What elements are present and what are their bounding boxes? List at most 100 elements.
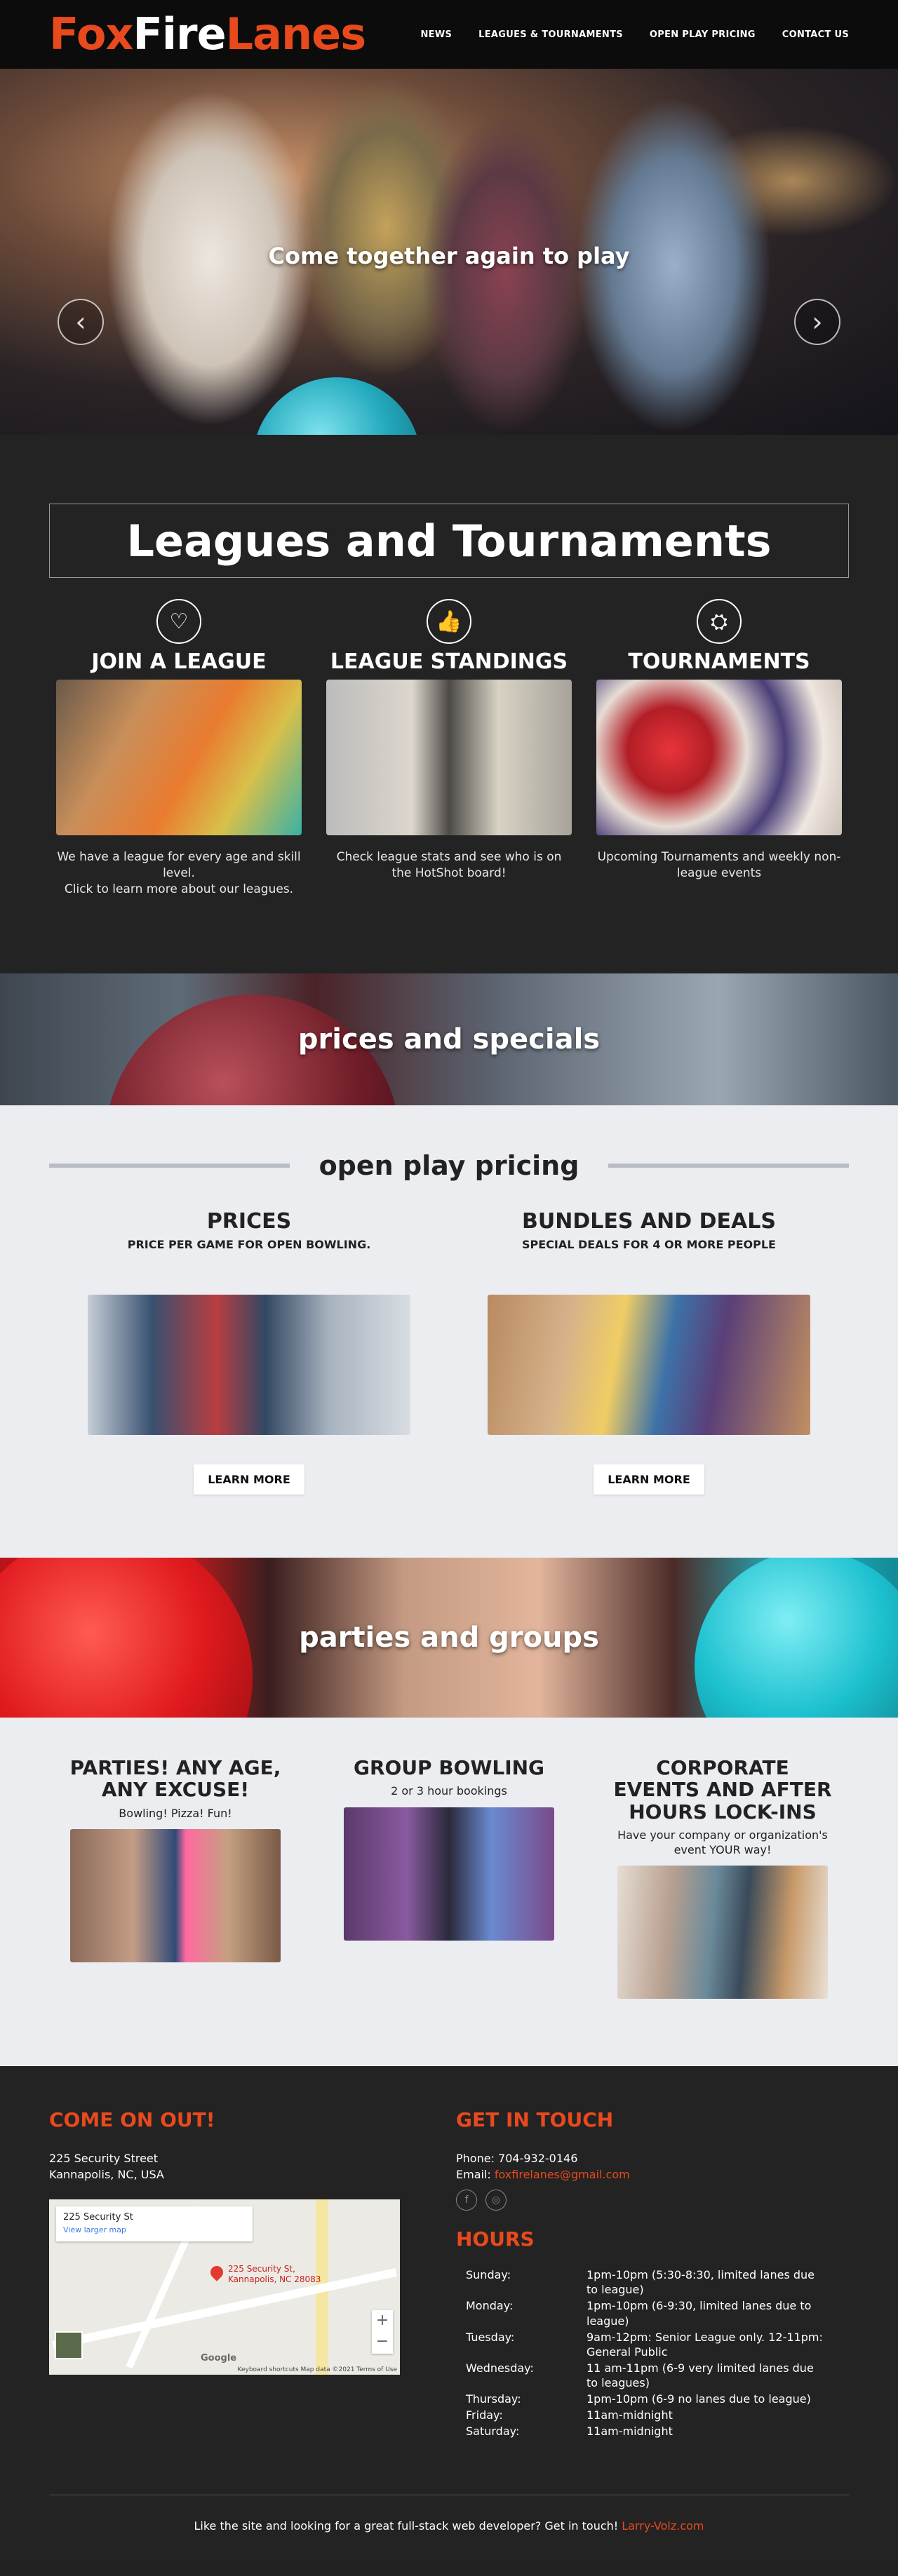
group-bowling-image — [344, 1807, 554, 1941]
prices-banner: prices and specials — [0, 973, 898, 1105]
column-title: BUNDLES AND DEALS — [522, 1208, 776, 1234]
leagues-section: Leagues and Tournaments ♡ JOIN A LEAGUE … — [0, 435, 898, 973]
main-nav: NEWS LEAGUES & TOURNAMENTS OPEN PLAY PRI… — [420, 29, 849, 40]
hours-row: Saturday: 11am-midnight — [456, 2424, 849, 2439]
map-pin-icon[interactable] — [208, 2263, 226, 2281]
chevron-left-icon: ‹ — [75, 306, 86, 337]
celebrating-bowler-image[interactable] — [326, 680, 572, 835]
hours-time: 1pm-10pm (5:30-8:30, limited lanes due t… — [587, 2268, 815, 2297]
site-logo[interactable]: FoxFireLanes — [49, 13, 366, 56]
column-subtitle: PRICE PER GAME FOR OPEN BOWLING. — [127, 1237, 371, 1251]
colorful-balls-image[interactable] — [56, 680, 302, 835]
card-text-line: We have a league for every age and skill… — [57, 850, 301, 880]
column-text: Bowling! Pizza! Fun! — [119, 1806, 232, 1820]
column-text: Have your company or organization's even… — [617, 1828, 828, 1856]
group-bowling-column: GROUP BOWLING 2 or 3 hour bookings — [337, 1755, 561, 2000]
open-play-header: open play pricing — [49, 1150, 849, 1181]
phone-number[interactable]: Phone: 704-932-0146 — [456, 2151, 849, 2166]
parties-banner-title: parties and groups — [299, 1621, 599, 1654]
card-join-league[interactable]: ♡ JOIN A LEAGUE We have a league for eve… — [56, 599, 302, 898]
heart-icon: ♡ — [156, 599, 201, 644]
address-line-2: Kannapolis, NC, USA — [49, 2167, 164, 2181]
card-title: JOIN A LEAGUE — [91, 649, 267, 674]
come-on-out-title: COME ON OUT! — [49, 2108, 215, 2132]
corporate-team-image — [617, 1866, 828, 2000]
hours-time: 11 am-11pm (6-9 very limited lanes due t… — [587, 2361, 814, 2390]
pin-label-line: 225 Security St, — [228, 2264, 295, 2274]
hours-row: Monday: 1pm-10pm (6-9:30, limited lanes d… — [456, 2298, 849, 2328]
carousel-next-button[interactable]: › — [794, 299, 840, 345]
view-larger-map-link[interactable]: View larger map — [63, 2225, 246, 2234]
email-label: Email: — [456, 2167, 495, 2181]
banner-teal-ball — [695, 1557, 898, 1718]
hours-day: Friday: — [466, 2408, 503, 2422]
hours-time: 1pm-10pm (6-9:30, limited lanes due to l… — [587, 2299, 812, 2328]
hours-time: 9am-12pm: Senior League only. 12-11pm: G… — [587, 2330, 823, 2359]
footer-credit: Like the site and looking for a great fu… — [49, 2495, 849, 2561]
corporate-column: CORPORATE EVENTS AND AFTER HOURS LOCK-IN… — [610, 1757, 835, 2000]
map-zoom-controls: + − — [372, 2310, 393, 2354]
map-info-title: 225 Security St — [63, 2212, 133, 2223]
hours-row: Wednesday: 11 am-11pm (6-9 very limited l… — [456, 2361, 849, 2390]
contact-info: Phone: 704-932-0146 Email: foxfirelanes@… — [456, 2151, 849, 2183]
map-pin-label: 225 Security St, Kannapolis, NC 28083 — [228, 2264, 321, 2284]
parties-banner: parties and groups — [0, 1557, 898, 1718]
hours-day: Saturday: — [466, 2425, 520, 2439]
hours-time: 11am-midnight — [587, 2408, 673, 2422]
map-attribution[interactable]: Keyboard shortcuts Map data ©2021 Terms … — [238, 2366, 398, 2373]
map-info-box: 225 Security St View larger map — [56, 2206, 253, 2242]
card-league-standings[interactable]: 👍 LEAGUE STANDINGS Check league stats an… — [326, 599, 572, 898]
zoom-out-button[interactable]: − — [372, 2331, 393, 2352]
email-link[interactable]: foxfirelanes@gmail.com — [495, 2168, 630, 2181]
group-friends-image — [488, 1294, 810, 1435]
bundles-column: BUNDLES AND DEALS SPECIAL DEALS FOR 4 OR… — [488, 1209, 810, 1495]
hours-day: Sunday: — [466, 2268, 511, 2282]
google-logo: Google — [201, 2353, 237, 2364]
logo-part-lanes: Lanes — [225, 8, 366, 60]
nav-news[interactable]: NEWS — [420, 29, 452, 40]
hours-row: Friday: 11am-midnight — [456, 2408, 849, 2422]
google-map[interactable]: 225 Security St View larger map 225 Secu… — [49, 2199, 400, 2375]
card-text: Check league stats and see who is on the… — [336, 850, 562, 880]
hero-carousel: Come together again to play ‹ › — [0, 69, 898, 435]
bowlers-legs-image — [88, 1294, 410, 1435]
column-text: 2 or 3 hour bookings — [391, 1784, 507, 1798]
hours-day: Monday: — [466, 2299, 514, 2313]
facebook-icon[interactable]: f — [456, 2190, 477, 2211]
address-line-1: 225 Security Street — [49, 2152, 159, 2166]
card-tournaments[interactable]: ⛭ TOURNAMENTS Upcoming Tournaments and w… — [596, 599, 842, 898]
hours-day: Tuesday: — [466, 2330, 515, 2344]
hero-person-red-plaid — [421, 111, 589, 433]
column-title: PRICES — [206, 1208, 292, 1234]
location-column: COME ON OUT! 225 Security Street Kannapo… — [49, 2108, 442, 2440]
carousel-prev-button[interactable]: ‹ — [58, 299, 104, 345]
leagues-title-box: Leagues and Tournaments — [49, 504, 849, 578]
nav-leagues-tournaments[interactable]: LEAGUES & TOURNAMENTS — [478, 29, 623, 40]
open-play-columns: PRICES PRICE PER GAME FOR OPEN BOWLING. … — [49, 1209, 849, 1495]
nav-contact-us[interactable]: CONTACT US — [782, 29, 849, 40]
card-text: Upcoming Tournaments and weekly non-leag… — [597, 850, 841, 880]
column-title: GROUP BOWLING — [353, 1755, 545, 1779]
red-ball-image[interactable] — [596, 680, 842, 835]
prices-learn-more-button[interactable]: LEARN MORE — [194, 1464, 304, 1495]
map-road — [52, 2268, 397, 2350]
prices-banner-title: prices and specials — [297, 1023, 601, 1056]
column-subtitle: SPECIAL DEALS FOR 4 OR MORE PEOPLE — [522, 1237, 776, 1251]
zoom-in-button[interactable]: + — [372, 2310, 393, 2331]
social-links: f ◎ — [456, 2190, 849, 2211]
hours-row: Tuesday: 9am-12pm: Senior League only. 12… — [456, 2330, 849, 2359]
hours-title: HOURS — [456, 2227, 535, 2251]
nav-open-play-pricing[interactable]: OPEN PLAY PRICING — [650, 29, 756, 40]
hours-table: Sunday: 1pm-10pm (5:30-8:30, limited lane… — [456, 2267, 849, 2439]
developer-link[interactable]: Larry-Volz.com — [622, 2519, 704, 2533]
instagram-icon[interactable]: ◎ — [485, 2190, 507, 2211]
logo-part-fox: Fox — [49, 8, 133, 60]
site-footer: COME ON OUT! 225 Security Street Kannapo… — [0, 2066, 898, 2561]
prices-column: PRICES PRICE PER GAME FOR OPEN BOWLING. … — [88, 1209, 410, 1495]
credit-text: Like the site and looking for a great fu… — [194, 2519, 622, 2533]
satellite-toggle[interactable] — [55, 2331, 83, 2360]
contact-column: GET IN TOUCH Phone: 704-932-0146 Email: … — [456, 2108, 849, 2440]
bundles-learn-more-button[interactable]: LEARN MORE — [594, 1464, 704, 1495]
divider — [608, 1163, 849, 1168]
groups-columns: PARTIES! ANY AGE, ANY EXCUSE! Bowling! P… — [63, 1755, 835, 2000]
